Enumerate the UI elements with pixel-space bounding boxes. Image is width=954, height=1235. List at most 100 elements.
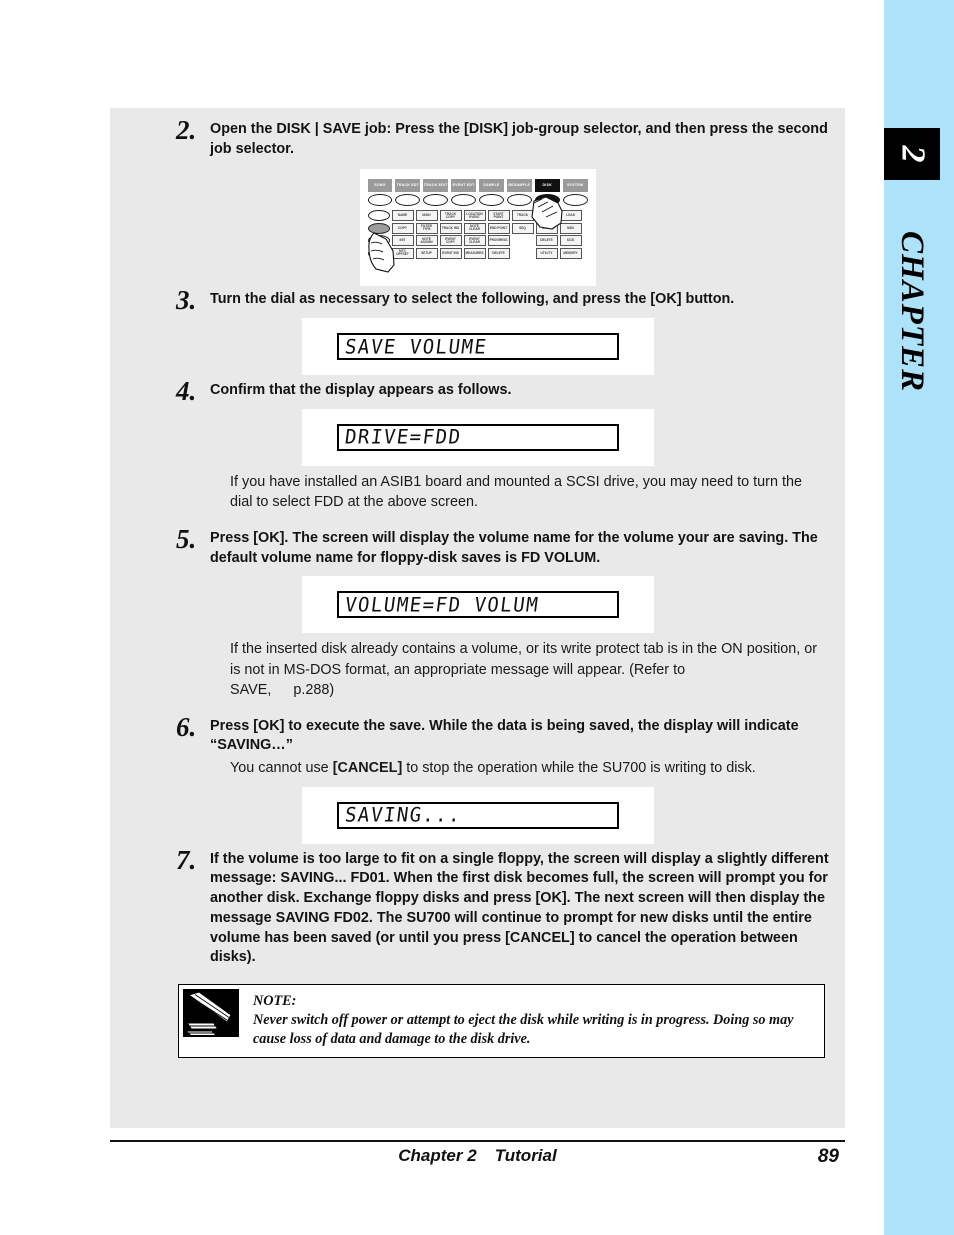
step-list: 2. Open the DISK | SAVE job: Press the [… [110, 108, 845, 1058]
chapter-word-label: CHAPTER [894, 230, 931, 392]
chapter-number-badge: 2 [884, 128, 940, 180]
cell-row1-empty [536, 210, 558, 221]
lcd-text-volume-fd-volum: VOLUME=FD VOLUM [343, 593, 541, 617]
lcd-figure-volume-name: VOLUME=FD VOLUM [301, 576, 654, 634]
job-group-sample: SAMPLE [479, 179, 504, 193]
lcd-screen: SAVE VOLUME [336, 333, 619, 361]
step-4-number: 4. [176, 376, 197, 407]
lcd-screen: VOLUME=FD VOLUM [336, 591, 619, 619]
knob-system [562, 194, 588, 207]
knob-track-edit [423, 194, 449, 207]
chapter-tab-sidebar: 2 CHAPTER [884, 0, 954, 1235]
cancel-note-suffix: to stop the operation while the SU700 is… [402, 760, 756, 777]
cancel-key-label: [CANCEL] [332, 760, 403, 777]
chapter-number: 2 [894, 145, 931, 163]
control-panel-figure: SONG TRACK EDT TRACK EDIT EVENT EDT SAMP… [359, 169, 596, 287]
cell-note-clear: NOTE CLEAR [463, 222, 486, 234]
note-after-step-4: If you have installed an ASIB1 board and… [110, 472, 845, 513]
cell-track-ins: TRACK INS [439, 222, 462, 234]
step-4: 4. Confirm that the display appears as f… [110, 376, 845, 406]
job-group-track-edt: TRACK EDT [395, 179, 421, 193]
lcd-figure-saving: SAVING... [301, 786, 654, 844]
job-selector-grid: NAME MAIN TRACK COPY LOCATION EVENT STAR… [367, 210, 588, 259]
row2-selector-knob-pressed [367, 222, 390, 234]
knob-resample [506, 194, 532, 207]
cell-track-copy: TRACK COPY [439, 210, 462, 222]
cancel-note-text: You cannot use [CANCEL] to stop the oper… [210, 758, 835, 778]
note-body: Never switch off power or attempt to eje… [253, 1011, 794, 1047]
row1-selector-knob [367, 210, 390, 222]
job-group-system: SYSTEM [562, 179, 588, 193]
job-group-disk: DISK [534, 179, 560, 193]
cell-filter-type: FILTER TYPE [415, 222, 438, 234]
note-heading: NOTE: [253, 993, 297, 1009]
note-box: NOTE: Never switch off power or attempt … [178, 984, 825, 1058]
cell-copy: COPY [391, 222, 414, 234]
lcd-text-saving: SAVING... [343, 803, 463, 827]
cell-note-assign: NOTE ASSIGN [415, 235, 438, 247]
knob-disk-pressed [534, 194, 560, 207]
step-3: 3. Turn the dial as necessary to select … [110, 285, 845, 315]
cell-seq: SEQ [511, 222, 534, 234]
asib1-note-text: If you have installed an ASIB1 board and… [230, 473, 802, 511]
job-grid-row-2: COPY FILTER TYPE TRACK INS NOTE CLEAR EN… [367, 222, 588, 234]
job-group-event-edt: EVENT EDT [451, 179, 476, 193]
knob-event-edt [451, 194, 476, 207]
footer-section: Tutorial [494, 1146, 557, 1165]
step-7-text: If the volume is too large to fit on a s… [210, 850, 829, 966]
job-grid-row-1: NAME MAIN TRACK COPY LOCATION EVENT STAR… [367, 210, 588, 222]
note-text: NOTE: Never switch off power or attempt … [239, 985, 824, 1057]
cell-mtc-offset: MTC OFFSET [391, 247, 414, 259]
step-5: 5. Press [OK]. The screen will display t… [110, 524, 845, 568]
job-group-song: SONG [367, 179, 393, 193]
cell-progress: PROGRESS [487, 235, 510, 247]
row4-selector-knob [367, 247, 390, 259]
cell-save-highlighted: SAVE [535, 222, 558, 234]
step-4-text: Confirm that the display appears as foll… [210, 382, 512, 399]
cell-event-copy: EVENT COPY [439, 235, 462, 247]
cell-end-point: END POINT [487, 222, 510, 234]
row3-selector-knob [367, 235, 390, 247]
save-reference-page: p.288) [293, 682, 335, 699]
job-group-knob-row [367, 194, 588, 207]
cell-event-clear: EVENT CLEAR [463, 235, 486, 247]
cell-name: NAME [391, 210, 414, 222]
cell-setup: SETUP [415, 247, 438, 259]
pencil-note-icon [183, 989, 239, 1037]
cell-scsi: SCSI [559, 235, 582, 247]
step-7-number: 7. [176, 844, 197, 875]
cell-row4-empty [512, 248, 534, 259]
step-6-number: 6. [176, 711, 197, 742]
cancel-note-prefix: You cannot use [230, 760, 333, 777]
step-2-number: 2. [176, 115, 197, 145]
lcd-screen: DRIVE=FDD [336, 423, 619, 451]
save-reference-label: SAVE, [230, 682, 272, 699]
step-5-number: 5. [176, 523, 197, 554]
cell-init: INIT [391, 235, 414, 247]
content-panel: 2. Open the DISK | SAVE job: Press the [… [110, 108, 845, 1128]
cell-delete-disk: DELETE [535, 235, 558, 247]
step-2-text: Open the DISK | SAVE job: Press the [DIS… [210, 121, 828, 157]
job-group-track-edit: TRACK EDIT [423, 179, 449, 193]
step-3-number: 3. [176, 285, 197, 316]
lcd-figure-save-volume: SAVE VOLUME [301, 318, 654, 376]
footer-divider [110, 1140, 845, 1142]
cell-location-event: LOCATION EVENT [463, 210, 486, 222]
cell-delete: DELETE [487, 247, 510, 259]
disk-warning-text: If the inserted disk already contains a … [210, 639, 835, 700]
cell-memory: MEMORY [559, 247, 582, 259]
cell-midi: MIDI [559, 222, 582, 234]
step-7: 7. If the volume is too large to fit on … [110, 845, 845, 968]
footer-page-number: 89 [817, 1146, 839, 1167]
step-2: 2. Open the DISK | SAVE job: Press the [… [110, 115, 845, 159]
job-group-selector-row: SONG TRACK EDT TRACK EDIT EVENT EDT SAMP… [367, 179, 588, 193]
chapter-word-vertical: CHAPTER [884, 196, 940, 426]
lcd-text-save-volume: SAVE VOLUME [343, 335, 489, 359]
knob-song [367, 194, 393, 207]
job-grid-row-4: MTC OFFSET SETUP EVENT INS MEASURES DELE… [367, 247, 588, 259]
cell-main: MAIN [415, 210, 438, 222]
step-5-text: Press [OK]. The screen will display the … [210, 529, 818, 566]
cell-start-point: START POINT [487, 210, 510, 222]
footer-chapter: Chapter 2 [398, 1146, 477, 1165]
step-6: 6. Press [OK] to execute the save. While… [110, 712, 845, 779]
